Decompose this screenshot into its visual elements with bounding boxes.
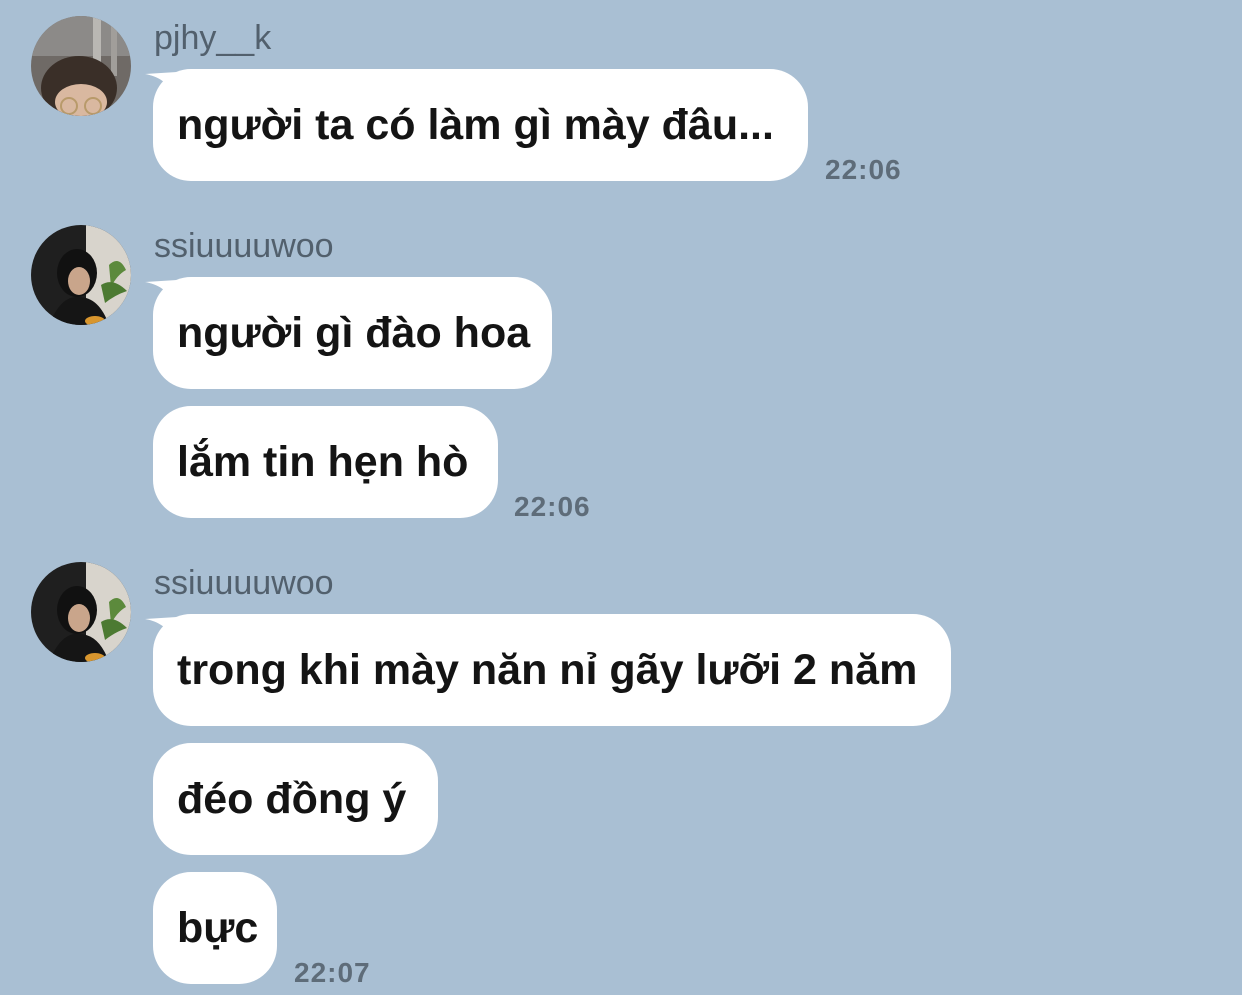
message-timestamp: 22:06 [825, 154, 902, 185]
avatar-ssiuuuuwoo[interactable] [31, 225, 131, 325]
sender-name: ssiuuuuwoo [154, 227, 334, 265]
message-timestamp: 22:07 [294, 957, 371, 988]
user-photo-icon [31, 16, 131, 116]
message-timestamp: 22:06 [514, 491, 591, 522]
message-bubble[interactable]: người gì đào hoa [153, 277, 552, 389]
chat-thread[interactable]: pjhy__k người ta có làm gì mày đâu... 22… [0, 0, 1242, 995]
message-bubble[interactable]: bực [153, 872, 277, 984]
message-bubble[interactable]: người ta có làm gì mày đâu... [153, 69, 808, 181]
user-photo-icon [31, 225, 131, 325]
message-bubble[interactable]: đéo đồng ý [153, 743, 438, 855]
message-bubble[interactable]: trong khi mày năn nỉ gãy lưỡi 2 năm [153, 614, 951, 726]
sender-name: pjhy__k [154, 19, 272, 57]
avatar-pjhy-k[interactable] [31, 16, 131, 116]
user-photo-icon [31, 562, 131, 662]
avatar-ssiuuuuwoo[interactable] [31, 562, 131, 662]
sender-name: ssiuuuuwoo [154, 564, 334, 602]
message-bubble[interactable]: lắm tin hẹn hò [153, 406, 498, 518]
